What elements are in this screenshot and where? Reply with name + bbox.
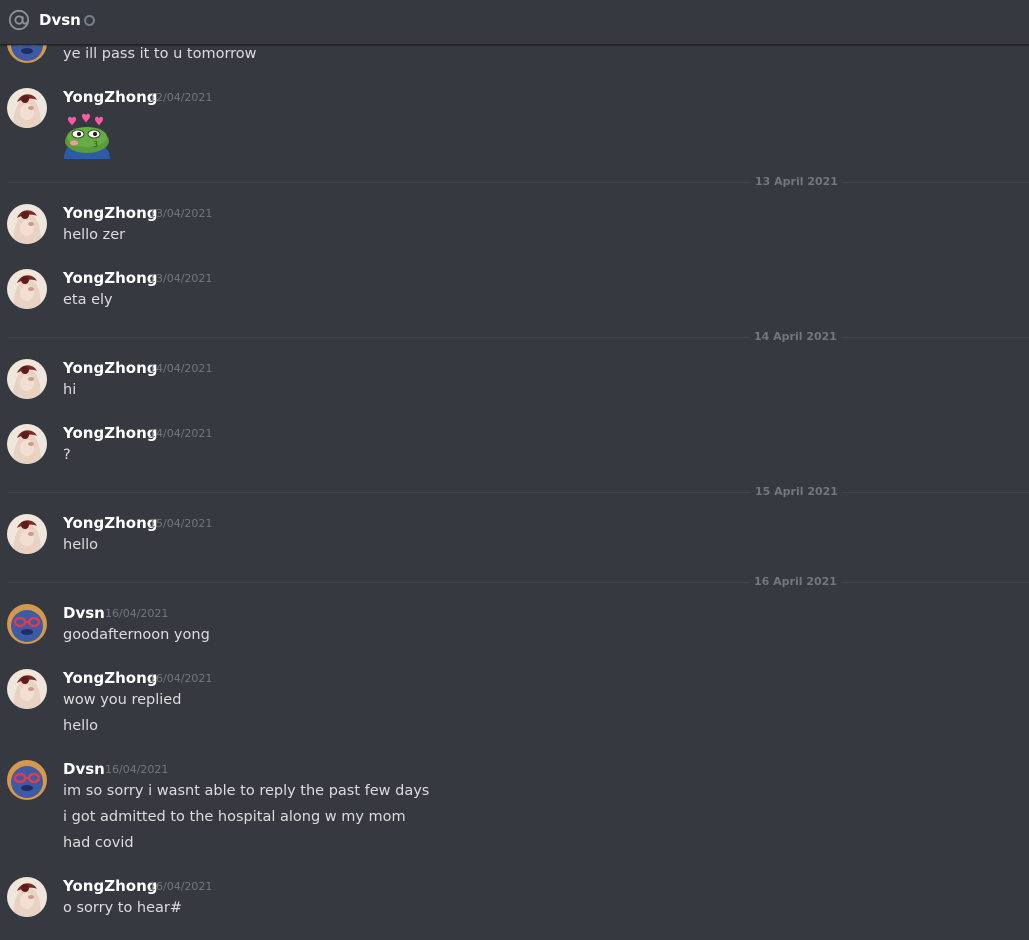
- message-author[interactable]: YongZhong: [63, 268, 157, 288]
- avatar-yongzhong[interactable]: [7, 204, 47, 244]
- message-timestamp: 15/04/2021: [149, 517, 213, 530]
- message-author[interactable]: YongZhong: [63, 423, 157, 443]
- date-divider: [8, 337, 1029, 338]
- message-timestamp: 16/04/2021: [149, 672, 213, 685]
- message-line: wow you replied: [63, 692, 182, 708]
- date-divider: [8, 492, 1029, 493]
- channel-title[interactable]: Dvsn: [39, 10, 81, 30]
- avatar-yongzhong[interactable]: [7, 424, 47, 464]
- message-author[interactable]: YongZhong: [63, 513, 157, 533]
- message-line: ye ill pass it to u tomorrow: [63, 46, 257, 62]
- avatar-yongzhong[interactable]: [7, 514, 47, 554]
- message-author[interactable]: Dvsn: [63, 759, 105, 779]
- message-line: hi: [63, 382, 77, 398]
- avatar-yongzhong[interactable]: [7, 669, 47, 709]
- svg-text:3: 3: [93, 140, 98, 149]
- message-author[interactable]: YongZhong: [63, 876, 157, 896]
- message-author[interactable]: YongZhong: [63, 358, 157, 378]
- message-line: o sorry to hear#: [63, 900, 183, 916]
- message-line: had covid: [63, 835, 134, 851]
- message-line: hello zer: [63, 227, 126, 243]
- message-timestamp: 13/04/2021: [149, 272, 213, 285]
- date-divider-label: 15 April 2021: [751, 485, 842, 499]
- message-author[interactable]: Dvsn: [63, 603, 105, 623]
- avatar-yongzhong[interactable]: [7, 269, 47, 309]
- message-line: eta ely: [63, 292, 113, 308]
- message-line: ?: [63, 447, 71, 463]
- message-timestamp: 16/04/2021: [149, 880, 213, 893]
- date-divider-label: 16 April 2021: [750, 575, 841, 589]
- avatar-dvsn[interactable]: [7, 760, 47, 800]
- message-timestamp: 13/04/2021: [149, 207, 213, 220]
- at-sign-icon: [8, 9, 30, 31]
- offline-status-icon: [84, 15, 95, 26]
- message-author[interactable]: YongZhong: [63, 203, 157, 223]
- dm-chat-window: Dvsn ye ill pass it to u tomorrow YongZh…: [0, 0, 1029, 940]
- channel-header: Dvsn: [0, 0, 1029, 45]
- message-line: goodafternoon yong: [63, 627, 210, 643]
- date-divider-label: 13 April 2021: [751, 175, 842, 189]
- avatar-yongzhong[interactable]: [7, 88, 47, 128]
- message-author[interactable]: YongZhong: [63, 87, 157, 107]
- date-divider: [8, 182, 1029, 183]
- message-author[interactable]: YongZhong: [63, 668, 157, 688]
- date-divider: [8, 582, 1029, 583]
- message-line: hello: [63, 718, 99, 734]
- avatar-yongzhong[interactable]: [7, 877, 47, 917]
- message-timestamp: 14/04/2021: [149, 362, 213, 375]
- message-line: hello: [63, 537, 99, 553]
- message-line: i got admitted to the hospital along w m…: [63, 809, 406, 825]
- message-timestamp: 16/04/2021: [105, 607, 169, 620]
- message-line: im so sorry i wasnt able to reply the pa…: [63, 783, 430, 799]
- message-timestamp: 16/04/2021: [105, 763, 169, 776]
- message-timestamp: 12/04/2021: [149, 91, 213, 104]
- avatar-yongzhong[interactable]: [7, 359, 47, 399]
- date-divider-label: 14 April 2021: [750, 330, 841, 344]
- avatar-dvsn[interactable]: [7, 604, 47, 644]
- pepe-love-emote: 3: [64, 113, 110, 159]
- message-timestamp: 14/04/2021: [149, 427, 213, 440]
